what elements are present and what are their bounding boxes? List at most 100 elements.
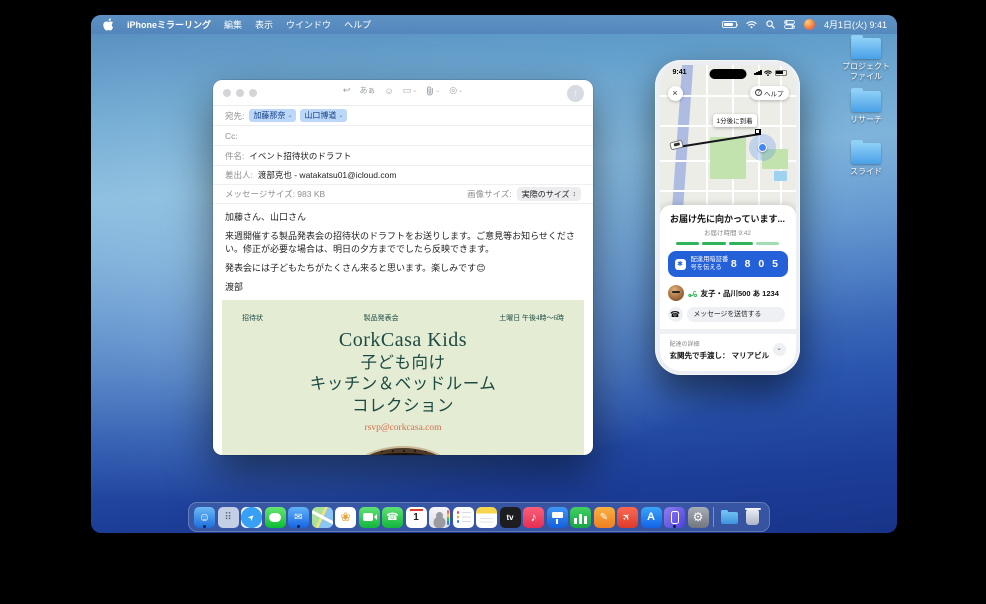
delivery-details-card[interactable]: 配達の詳細 玄関先で手渡し： マリアビル ⌄ bbox=[668, 334, 788, 361]
map-park bbox=[710, 137, 746, 179]
driver-row[interactable]: 友子・品川500 あ 1234 bbox=[668, 285, 788, 301]
desktop-folder-slides[interactable]: スライド bbox=[834, 143, 897, 177]
message-size-text: メッセージサイズ: 983 KB bbox=[225, 188, 325, 200]
folder-icon bbox=[851, 38, 881, 59]
call-driver-button[interactable]: ☎ bbox=[668, 307, 683, 322]
recipient-chip[interactable]: 山口博道⌄ bbox=[300, 109, 347, 122]
from-field[interactable]: 差出人: 渡部克也 - watakatsu01@icloud.com bbox=[213, 166, 593, 185]
folder-icon bbox=[851, 91, 881, 112]
image-size-dropdown[interactable]: 実際のサイズ ↕ bbox=[517, 187, 581, 201]
dock-notes-icon[interactable] bbox=[476, 507, 497, 528]
iphone-status-time: 9:41 bbox=[673, 69, 687, 76]
dock-divider bbox=[713, 507, 714, 527]
invitation-card-attachment: 招待状 製品発表会 土曜日 午後4時〜6時 CorkCasa Kids 子ども向… bbox=[222, 300, 584, 455]
dock-numbers-icon[interactable] bbox=[570, 507, 591, 528]
menu-bar: iPhoneミラーリング 編集 表示 ウインドウ ヘルプ 4月1日(火) 9:4… bbox=[91, 15, 897, 34]
question-icon: ? bbox=[755, 89, 762, 96]
dock-trash-icon[interactable] bbox=[742, 507, 763, 528]
menu-view[interactable]: 表示 bbox=[255, 18, 273, 31]
cc-label: Cc: bbox=[225, 131, 238, 141]
dock-facetime-icon[interactable] bbox=[359, 507, 380, 528]
dock-keynote-icon[interactable] bbox=[547, 507, 568, 528]
delivery-progress-bar bbox=[676, 242, 779, 245]
send-message-field[interactable]: メッセージを送信する bbox=[687, 307, 785, 322]
menu-edit[interactable]: 編集 bbox=[224, 18, 242, 31]
dock-iphone-mirroring-icon[interactable] bbox=[664, 507, 685, 528]
mail-titlebar: ↩ あぁ ☺ ▭⌄ ⌄ ◎⌄ ↑ bbox=[213, 80, 593, 106]
body-greeting: 加藤さん、山口さん bbox=[225, 211, 581, 224]
menu-window[interactable]: ウインドウ bbox=[286, 18, 331, 31]
dock-music-icon[interactable]: ♪ bbox=[523, 507, 544, 528]
running-indicator bbox=[203, 525, 206, 528]
dock-downloads-folder-icon[interactable] bbox=[719, 507, 740, 528]
subject-field[interactable]: 件名: イベント招待状のドラフト bbox=[213, 146, 593, 166]
close-button[interactable]: × bbox=[668, 86, 683, 101]
message-body[interactable]: 加藤さん、山口さん 来週開催する製品発表会の招待状のドラフトをお送りします。ご意… bbox=[213, 204, 593, 294]
battery-icon bbox=[775, 70, 787, 76]
invite-rsvp-email: rsvp@corkcasa.com bbox=[222, 423, 584, 433]
subject-value: イベント招待状のドラフト bbox=[249, 150, 351, 162]
map-eta-label: 1分後に到着 bbox=[713, 114, 757, 127]
dock-photos-icon[interactable]: ❀ bbox=[335, 507, 356, 528]
folder-label: スライド bbox=[834, 167, 897, 177]
dynamic-island bbox=[709, 69, 746, 79]
dock-calendar-icon[interactable]: 1 bbox=[406, 507, 427, 528]
size-row: メッセージサイズ: 983 KB 画像サイズ: 実際のサイズ ↕ bbox=[213, 185, 593, 204]
dock-safari-icon[interactable]: ➤ bbox=[241, 507, 262, 528]
driver-avatar bbox=[668, 285, 684, 301]
delivery-code-button[interactable]: ✱ 配達用暗証番号を伝える 8 8 0 5 bbox=[668, 251, 788, 277]
dock-contacts-icon[interactable] bbox=[429, 507, 450, 528]
image-size-label: 画像サイズ: bbox=[467, 188, 512, 200]
menu-app-name[interactable]: iPhoneミラーリング bbox=[127, 18, 211, 31]
format-button[interactable]: あぁ bbox=[359, 85, 375, 96]
menu-clock[interactable]: 4月1日(火) 9:41 bbox=[824, 18, 887, 31]
contact-insert-button[interactable]: ◎⌄ bbox=[449, 85, 463, 96]
dock-messages-icon[interactable] bbox=[265, 507, 286, 528]
invite-tag-left: 招待状 bbox=[242, 313, 263, 323]
control-center-icon[interactable] bbox=[784, 20, 795, 29]
dock-reminders-icon[interactable] bbox=[453, 507, 474, 528]
driver-name-plate: 友子・品川500 あ 1234 bbox=[701, 288, 779, 299]
spotlight-search-icon[interactable] bbox=[766, 20, 775, 29]
dock-settings-icon[interactable]: ⚙ bbox=[688, 507, 709, 528]
dock-maps-icon[interactable] bbox=[312, 507, 333, 528]
from-label: 差出人: bbox=[225, 169, 253, 181]
wifi-icon bbox=[764, 70, 772, 76]
minimize-window-button[interactable] bbox=[236, 89, 244, 97]
send-mail-button[interactable]: ↑ bbox=[567, 85, 584, 102]
user-avatar-icon[interactable] bbox=[804, 19, 815, 30]
desktop-folder-projects[interactable]: プロジェクト ファイル bbox=[834, 38, 897, 81]
updown-chevron-icon: ↕ bbox=[573, 191, 577, 198]
dock-rocket-app-icon[interactable]: ✈ bbox=[617, 507, 638, 528]
cc-field[interactable]: Cc: bbox=[213, 126, 593, 146]
dock-launchpad-icon[interactable]: ⠿ bbox=[218, 507, 239, 528]
dock: ☺ ⠿ ➤ ✉ ❀ ☎ 1 tv ♪ ✎ ✈ A ⚙ bbox=[188, 502, 770, 532]
from-value: 渡部克也 - watakatsu01@icloud.com bbox=[258, 169, 397, 181]
code-button-label: 配達用暗証番号を伝える bbox=[691, 256, 731, 272]
dock-app-store-icon[interactable]: A bbox=[641, 507, 662, 528]
close-window-button[interactable] bbox=[223, 89, 231, 97]
expand-details-button[interactable]: ⌄ bbox=[773, 343, 786, 356]
emoji-button[interactable]: ☺ bbox=[384, 86, 393, 96]
dock-mail-icon[interactable]: ✉ bbox=[288, 507, 309, 528]
mail-compose-window: ↩ あぁ ☺ ▭⌄ ⌄ ◎⌄ ↑ 宛先: 加藤那奈⌄ 山口博道⌄ Cc bbox=[213, 80, 593, 455]
undo-button[interactable]: ↩ bbox=[343, 85, 351, 96]
to-field[interactable]: 宛先: 加藤那奈⌄ 山口博道⌄ bbox=[213, 106, 593, 126]
wifi-icon[interactable] bbox=[746, 20, 757, 29]
dock-finder-icon[interactable]: ☺ bbox=[194, 507, 215, 528]
zoom-window-button[interactable] bbox=[249, 89, 257, 97]
help-button[interactable]: ? ヘルプ bbox=[750, 86, 789, 100]
running-indicator bbox=[673, 525, 676, 528]
iphone-screen[interactable]: 9:41 bbox=[660, 65, 796, 371]
recipient-chip[interactable]: 加藤那奈⌄ bbox=[249, 109, 296, 122]
apple-menu-icon[interactable] bbox=[103, 18, 114, 31]
mac-display: iPhoneミラーリング 編集 表示 ウインドウ ヘルプ 4月1日(火) 9:4… bbox=[91, 15, 897, 533]
desktop-folder-research[interactable]: リサーチ bbox=[834, 91, 897, 125]
menu-help[interactable]: ヘルプ bbox=[344, 18, 371, 31]
battery-icon[interactable] bbox=[722, 21, 737, 28]
dock-pages-icon[interactable]: ✎ bbox=[594, 507, 615, 528]
dock-tv-icon[interactable]: tv bbox=[500, 507, 521, 528]
dock-phone-icon[interactable]: ☎ bbox=[382, 507, 403, 528]
attach-file-button[interactable]: ⌄ bbox=[426, 86, 440, 96]
photo-browser-button[interactable]: ▭⌄ bbox=[403, 85, 418, 96]
